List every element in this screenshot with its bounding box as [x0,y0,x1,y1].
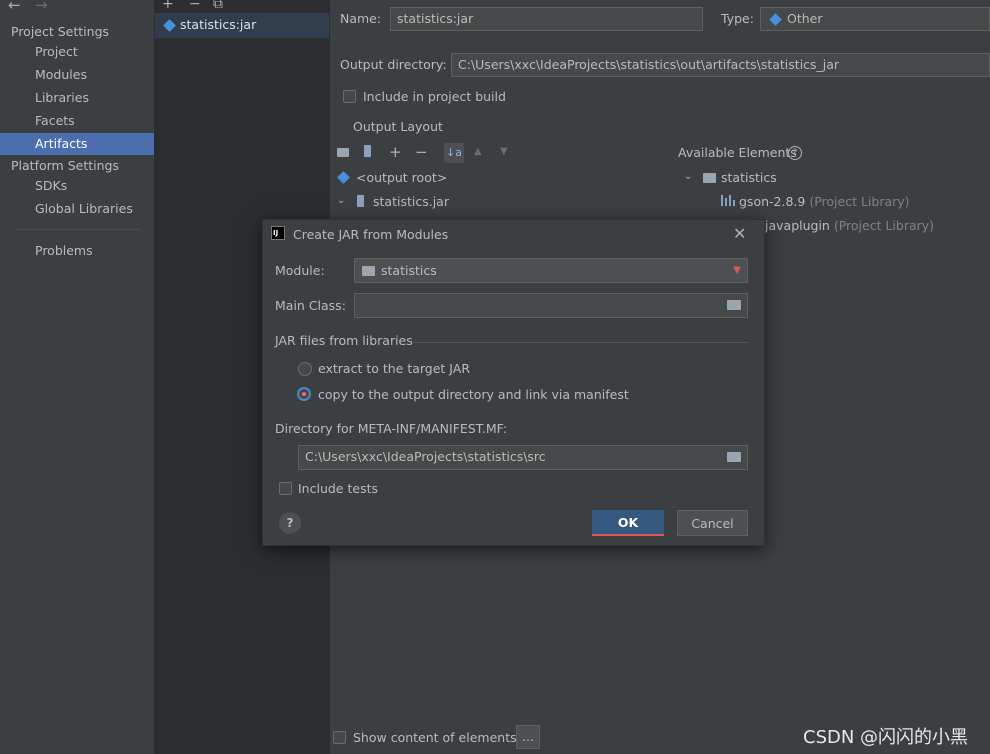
create-jar-dialog: IJ Create JAR from Modules ✕ Module: sta… [262,219,765,546]
available-module-node[interactable]: statistics [721,170,777,185]
manifest-dir-value: C:\Users\xxc\IdeaProjects\statistics\src [305,449,546,464]
copy-radio[interactable] [297,387,311,401]
include-tests-checkbox[interactable] [279,482,292,495]
main-class-input[interactable] [354,293,748,318]
type-diamond-icon [769,13,782,26]
copy-artifact-icon[interactable]: ⧉ [213,0,223,12]
sidebar-item-modules[interactable]: Modules [0,64,154,86]
library-name: javaplugin [765,218,830,233]
ok-button[interactable]: OK [592,510,664,536]
artifact-diamond-icon [163,19,176,32]
close-icon[interactable]: ✕ [733,224,746,243]
chevron-down-icon[interactable]: ⌄ [684,169,692,185]
move-down-icon[interactable]: ▼ [500,144,508,160]
include-in-build-label: Include in project build [363,89,506,104]
module-value: statistics [381,263,437,278]
include-tests-label: Include tests [298,481,378,496]
sidebar-item-facets[interactable]: Facets [0,110,154,132]
extract-radio-label: extract to the target JAR [318,361,471,376]
back-arrow-icon[interactable]: ← [8,0,21,14]
forward-arrow-icon[interactable]: → [35,0,48,14]
module-select[interactable]: statistics ▼ [354,258,748,283]
library-icon [721,195,735,206]
jar-files-section-label: JAR files from libraries [275,333,413,348]
browse-folder-icon[interactable] [727,452,741,462]
module-folder-icon [703,173,716,183]
jar-icon[interactable] [364,145,371,162]
main-class-label: Main Class: [275,298,346,313]
sidebar-item-sdks[interactable]: SDKs [0,175,154,197]
watermark: CSDN @闪闪的小黑 [803,727,969,748]
output-layout-tab[interactable]: Output Layout [353,119,443,134]
library-type: (Project Library) [809,194,910,209]
library-type: (Project Library) [833,218,935,233]
sidebar-item-problems[interactable]: Problems [0,240,154,262]
sidebar-item-artifacts[interactable]: Artifacts [0,133,154,155]
show-content-label: Show content of elements [353,730,517,745]
help-circle-icon[interactable]: ? [788,146,802,160]
output-directory-label: Output directory: [340,57,447,72]
type-value: Other [787,11,823,26]
type-select[interactable]: Other [760,7,990,31]
remove-artifact-icon[interactable]: − [189,0,201,12]
output-directory-input[interactable]: C:\Users\xxc\IdeaProjects\statistics\out… [451,53,990,77]
new-folder-icon[interactable] [337,146,349,162]
browse-folder-icon[interactable] [727,300,741,310]
section-divider [413,342,748,343]
module-folder-icon [362,266,375,276]
cancel-button[interactable]: Cancel [677,510,748,536]
chevron-down-icon[interactable]: ⌄ [337,193,345,209]
help-button[interactable]: ? [279,512,301,534]
library-node-javaplugin[interactable]: javaplugin (Project Library) [765,218,934,233]
type-label: Type: [721,11,754,26]
show-content-checkbox[interactable] [333,731,346,744]
library-node-gson[interactable]: gson-2.8.9 (Project Library) [739,194,910,209]
move-up-icon[interactable]: ▲ [474,144,482,160]
module-label: Module: [275,263,325,278]
sidebar-item-libraries[interactable]: Libraries [0,87,154,109]
jar-file-icon [357,195,364,207]
include-in-build-checkbox[interactable] [343,90,356,103]
chevron-down-icon[interactable]: ▼ [733,259,741,282]
name-input[interactable]: statistics:jar [390,7,703,31]
sidebar-item-global-libraries[interactable]: Global Libraries [0,198,154,220]
artifact-item-label: statistics:jar [180,17,257,32]
project-settings-header: Project Settings [11,24,110,39]
add-artifact-icon[interactable]: + [162,0,174,12]
jar-node[interactable]: statistics.jar [373,194,449,209]
extract-radio[interactable] [298,362,312,376]
add-element-icon[interactable]: + [389,144,402,160]
name-label: Name: [340,11,382,26]
library-name: gson-2.8.9 [739,194,806,209]
intellij-logo-icon: IJ [271,226,285,240]
sort-icon[interactable]: ↓a [444,143,464,163]
dialog-title: Create JAR from Modules [293,227,449,242]
manifest-dir-label: Directory for META-INF/MANIFEST.MF: [275,421,508,436]
ellipsis-button[interactable]: ... [516,725,540,749]
artifact-list-item[interactable]: statistics:jar [155,13,329,38]
output-root-node[interactable]: <output root> [356,170,447,185]
sidebar-item-project[interactable]: Project [0,41,154,63]
settings-sidebar: ← → Project Settings Project Modules Lib… [0,0,154,754]
remove-element-icon[interactable]: − [415,144,428,160]
platform-settings-header: Platform Settings [11,158,119,173]
sidebar-divider [14,229,140,230]
available-elements-label: Available Elements [678,145,797,160]
copy-radio-label: copy to the output directory and link vi… [318,387,629,402]
manifest-dir-input[interactable]: C:\Users\xxc\IdeaProjects\statistics\src [298,445,748,470]
